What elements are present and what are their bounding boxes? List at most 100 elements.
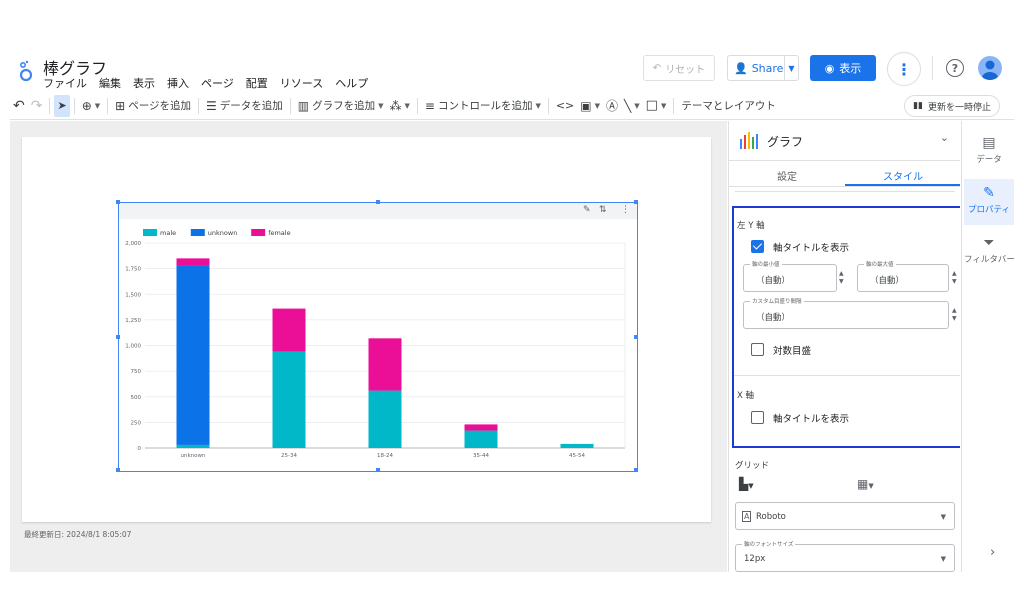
active-tab-indicator [845,184,960,186]
resize-handle[interactable] [376,468,380,472]
line-button[interactable]: ╲ ▼ [621,95,643,117]
menu-help[interactable]: ヘルプ [335,75,368,91]
chevron-down-icon: ▼ [940,513,946,521]
resize-handle[interactable] [634,335,638,339]
share-button[interactable]: 👤 Share ▼ [727,55,799,81]
resize-handle[interactable] [376,200,380,204]
bar-chart-component[interactable]: ✎ ⇅ ⋮ 0 250 500 750 1,000 1,250 1,500 1,750 2,00… [116,200,638,472]
axis-max-stepper-icon[interactable]: ▲ ▼ [952,270,957,286]
x-tick-label: 18-24 [377,453,393,459]
bar-segment [176,444,210,448]
chevron-down-icon: ▼ [634,101,640,110]
axis-color-icon[interactable]: ▙▼ [739,477,754,491]
menu-insert[interactable]: 挿入 [167,75,189,91]
resize-handle[interactable] [634,200,638,204]
menu-view[interactable]: 表示 [133,75,155,91]
x-axis-heading: X 軸 [737,391,755,401]
more-options-icon[interactable]: ⋮ [887,52,921,86]
redo-icon[interactable]: ↷ [28,95,46,117]
looker-studio-logo-icon [19,60,33,82]
undo-icon[interactable]: ↶ [10,95,28,117]
avatar-person-icon [982,60,998,80]
toolbar-divider [416,97,418,114]
y-tick-label: 250 [131,420,142,426]
zoom-icon: ⊕ [81,98,92,113]
grid-color-icon[interactable]: ▦▼ [857,477,874,491]
community-viz-button[interactable]: ⁂ ▼ [387,95,413,117]
avatar[interactable] [978,56,1002,80]
text-box-icon[interactable]: Ⓐ [603,95,621,117]
chart-more-icon[interactable]: ⋮ [621,205,630,215]
toolbar: ↶ ↷ ➤ ⊕ ▼ ⊞ ページを追加 ☰ データを追加 ▥ グラフを追加 ▼ ⁂ ▼… [10,92,1014,120]
y-tick-label: 1,750 [125,267,141,273]
tab-setup[interactable]: 設定 [729,168,845,183]
chart-type-selector[interactable]: グラフ ⌄ [729,121,960,161]
legend-swatch [251,229,266,236]
y-axis-title-checkbox[interactable] [751,240,764,253]
toolbar-divider [547,97,549,114]
axis-min-field[interactable]: 軸の最小値 （自動） [743,260,837,292]
sort-icon[interactable]: ⇅ [599,205,607,215]
bar-segment [464,424,498,431]
legend-swatch [190,229,205,236]
help-icon[interactable]: ? [946,59,964,77]
menu-arrange[interactable]: 配置 [246,75,268,91]
add-control-button[interactable]: ≡ コントロールを追加 ▼ [422,95,544,117]
undo-reset-icon: ↶ [652,62,662,74]
rail-item-properties[interactable]: ✎ プロパティ [964,179,1014,225]
menu-bar: ファイル 編集 表示 挿入 ページ 配置 リソース ヘルプ [43,75,380,91]
x-axis-title-checkbox[interactable] [751,411,764,424]
zoom-button[interactable]: ⊕ ▼ [79,95,103,117]
axis-min-stepper-icon[interactable]: ▲ ▼ [839,270,844,286]
y-axis-title-label: 軸タイトルを表示 [773,243,850,254]
image-icon: ▣ [580,98,592,113]
menu-page[interactable]: ページ [201,75,234,91]
resize-handle[interactable] [634,468,638,472]
custom-tick-field[interactable]: カスタム目盛り間隔 （自動） [743,297,949,329]
add-page-button[interactable]: ⊞ ページを追加 [112,95,194,117]
theme-layout-button[interactable]: テーマとレイアウト [678,95,779,117]
edit-pencil-icon[interactable]: ✎ [583,205,591,215]
shape-button[interactable]: □ ▼ [643,95,670,117]
resize-handle[interactable] [116,335,120,339]
view-button[interactable]: ◉ 表示 [810,55,876,81]
toolbar-divider [198,97,199,114]
report-canvas: ✎ ⇅ ⋮ 0 250 500 750 1,000 1,250 1,500 1,750 2,00… [10,121,727,572]
bar-chart-type-icon [740,132,758,149]
rail-item-filter-bar[interactable]: ⏷ フィルタバー [964,229,1014,269]
reset-button[interactable]: ↶ リセット [643,55,715,81]
bar-segment [464,430,498,448]
toolbar-divider [49,97,51,114]
resize-handle[interactable] [116,468,120,472]
add-person-icon: 👤 [734,61,748,75]
tab-style[interactable]: スタイル [845,168,960,183]
select-pointer-icon[interactable]: ➤ [54,94,70,117]
share-dropdown-icon[interactable]: ▼ [784,56,798,80]
y-tick-label: 500 [131,395,142,401]
add-chart-button[interactable]: ▥ グラフを追加 ▼ [295,95,387,117]
toolbar-divider [673,97,675,114]
add-data-button[interactable]: ☰ データを追加 [203,95,286,117]
menu-resources[interactable]: リソース [280,75,323,91]
chevron-down-icon[interactable]: ⌄ [940,131,949,144]
pencil-icon: ✎ [983,185,995,201]
log-scale-checkbox[interactable] [751,343,764,356]
custom-tick-stepper-icon[interactable]: ▲ ▼ [952,307,957,323]
y-tick-label: 2,000 [125,241,141,247]
menu-edit[interactable]: 編集 [99,75,121,91]
add-page-icon: ⊞ [115,98,126,113]
menu-file[interactable]: ファイル [43,75,87,91]
x-axis-title-label: 軸タイトルを表示 [773,414,850,425]
bar-segment [176,258,210,266]
embed-code-icon[interactable]: <> [553,95,577,117]
axis-font-size-select[interactable]: 軸のフォントサイズ 12px ▼ [735,540,955,572]
resize-handle[interactable] [116,200,120,204]
report-page[interactable]: ✎ ⇅ ⋮ 0 250 500 750 1,000 1,250 1,500 1,750 2,00… [22,137,711,522]
axis-max-field[interactable]: 軸の最大値 （自動） [857,260,949,292]
image-button[interactable]: ▣ ▼ [577,95,603,117]
bar-segment [176,265,210,445]
font-family-select[interactable]: A Roboto ▼ [735,502,955,530]
chevron-right-icon[interactable]: › [990,545,995,560]
pause-updates-button[interactable]: ▮▮ 更新を一時停止 [904,95,1000,117]
rail-item-data[interactable]: ▤ データ [964,129,1014,175]
